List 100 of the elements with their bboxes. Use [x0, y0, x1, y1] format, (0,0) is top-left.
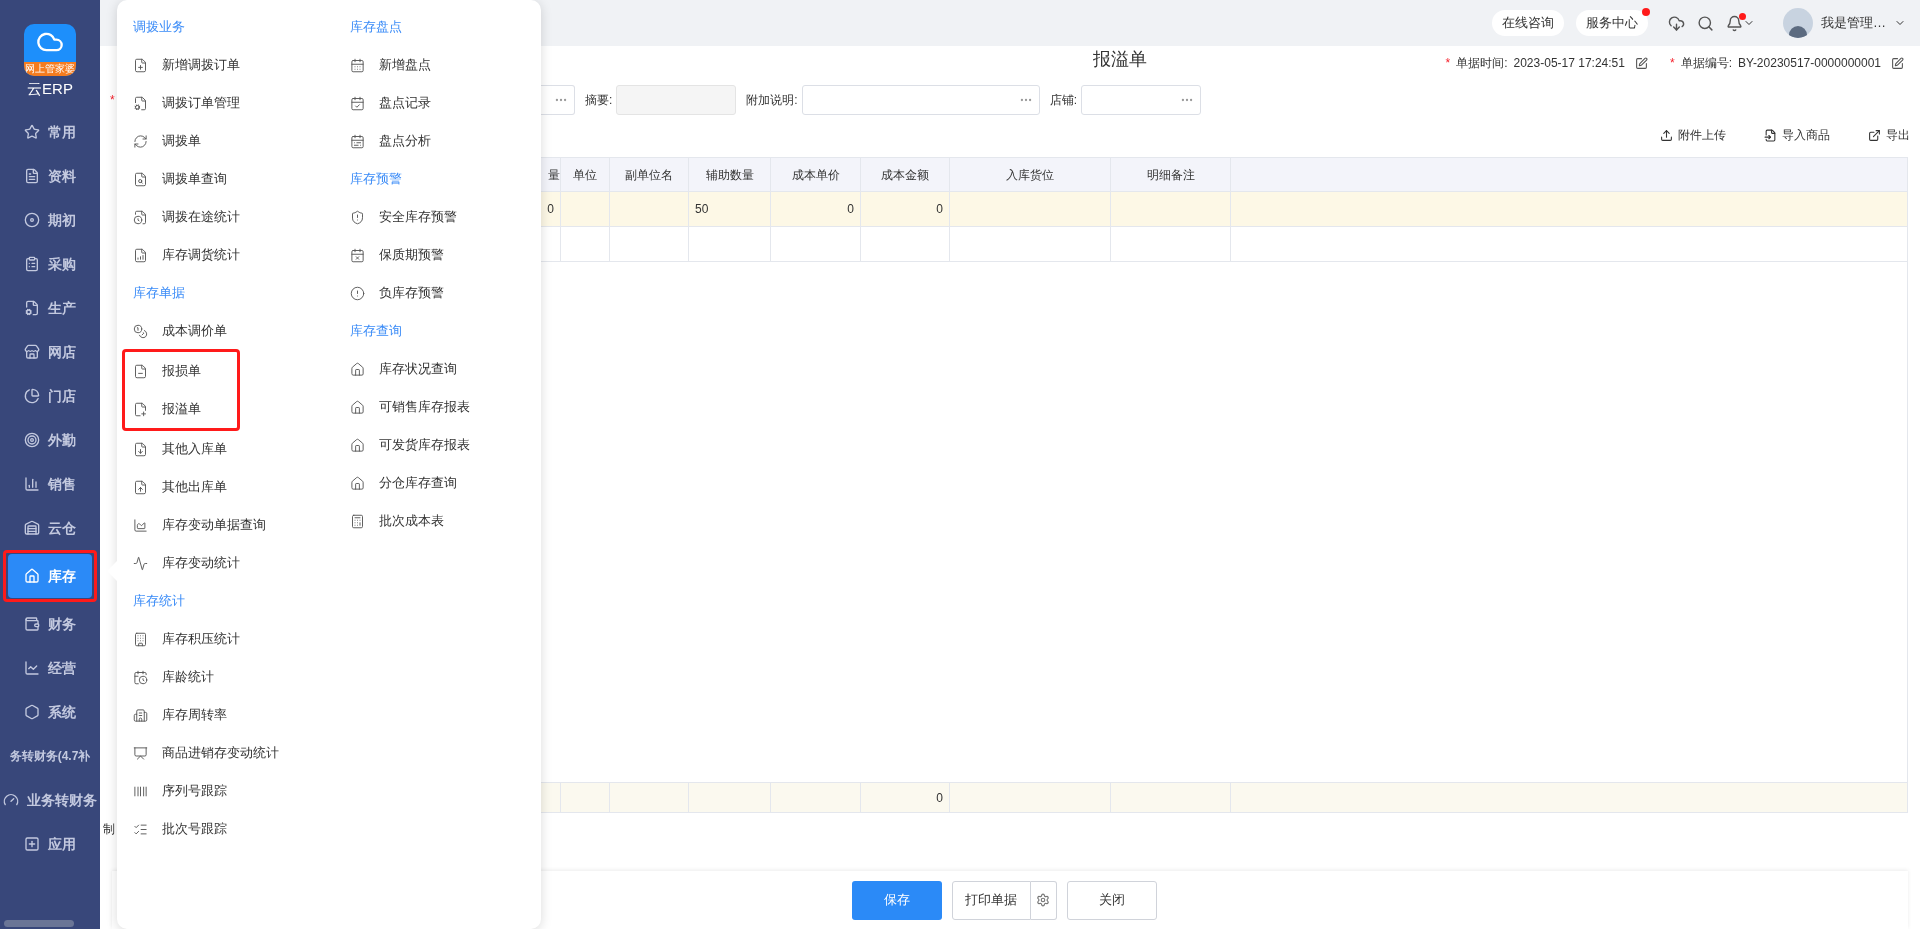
calendar-icon [350, 133, 365, 149]
menu-item[interactable]: 成本调价单 [133, 312, 350, 350]
pie-chart-icon [24, 388, 40, 404]
picker-field[interactable] [801, 85, 1040, 115]
sidebar-item[interactable]: 业务转财务 [0, 778, 100, 822]
menu-item[interactable]: 新增盘点 [350, 46, 541, 84]
menu-item[interactable]: 库存积压统计 [133, 620, 350, 658]
required-mark: * [110, 92, 115, 109]
calendar-x-icon [350, 247, 365, 263]
import-icon [1764, 128, 1777, 142]
close-button[interactable]: 关闭 [1066, 880, 1157, 920]
menu-item[interactable]: 安全库存预警 [350, 198, 541, 236]
menu-item[interactable]: 可销售库存报表 [350, 388, 541, 426]
menu-item[interactable]: 保质期预警 [350, 236, 541, 274]
file-search-icon [133, 171, 148, 187]
menu-item[interactable]: 调拨订单管理 [133, 84, 350, 122]
menu-item[interactable]: 库存状况查询 [350, 350, 541, 388]
sidebar-item[interactable]: 常用 [0, 110, 100, 154]
menu-item[interactable]: 盘点分析 [350, 122, 541, 160]
menu-item[interactable]: 批次号跟踪 [133, 810, 350, 848]
menu-item[interactable]: 报损单 [133, 352, 237, 390]
sidebar-item[interactable]: 云仓 [0, 506, 100, 550]
line-chart-icon [24, 660, 40, 676]
building-icon [133, 631, 148, 647]
menu-item[interactable]: 库龄统计 [133, 658, 350, 696]
menu-item[interactable]: 报溢单 [133, 390, 237, 428]
menu-item[interactable]: 序列号跟踪 [133, 772, 350, 810]
field-label: 附加说明: [746, 92, 798, 109]
menu-item[interactable]: 其他出库单 [133, 468, 350, 506]
menu-item[interactable]: 调拨在途统计 [133, 198, 350, 236]
shield-alert-icon [350, 209, 365, 225]
scrollbar [4, 920, 74, 927]
required-mark: * [1669, 55, 1675, 72]
edit-icon[interactable] [1891, 56, 1904, 70]
table-cell: 0 [861, 192, 950, 226]
menu-item[interactable]: 调拨单查询 [133, 160, 350, 198]
sidebar-item[interactable]: 外勤 [0, 418, 100, 462]
menu-item[interactable]: 库存变动单据查询 [133, 506, 350, 544]
file-plus-icon [133, 57, 148, 73]
sidebar-item[interactable]: 门店 [0, 374, 100, 418]
header-button[interactable]: 在线咨询 [1492, 10, 1564, 36]
sidebar-item[interactable]: 销售 [0, 462, 100, 506]
sidebar-item[interactable]: 期初 [0, 198, 100, 242]
menu-item[interactable]: 库存调货统计 [133, 236, 350, 274]
star-icon [24, 124, 40, 140]
menu-heading: 库存盘点 [350, 18, 403, 37]
table-row[interactable]: 0 50 0 0 [541, 192, 1907, 227]
sidebar-item[interactable]: 资料 [0, 154, 100, 198]
column-header: 副单位名 [610, 158, 689, 191]
menu-item[interactable]: 新增调拨订单 [133, 46, 350, 84]
menu-item[interactable]: 调拨单 [133, 122, 350, 160]
sidebar-item[interactable]: 网店 [0, 330, 100, 374]
sidebar-item[interactable]: 经营 [0, 646, 100, 690]
sidebar-item[interactable]: 务转财务(4.7补 [0, 734, 100, 778]
print-button[interactable]: 打印单据 [951, 880, 1031, 920]
sidebar-item[interactable]: 生产 [0, 286, 100, 330]
column-header: 成本金额 [861, 158, 950, 191]
toolbar-button[interactable]: 附件上传 [1660, 126, 1726, 144]
file-upload-icon [133, 479, 148, 495]
app-logo: 网上管家婆 [24, 24, 76, 76]
menu-item[interactable]: 批次成本表 [350, 502, 541, 540]
menu-item[interactable]: 可发货库存报表 [350, 426, 541, 464]
picker-field[interactable] [1081, 85, 1202, 115]
avatar[interactable] [1783, 8, 1813, 38]
edit-icon[interactable] [1634, 56, 1648, 70]
cloud-download-icon[interactable] [1668, 14, 1685, 32]
menu-item[interactable]: 库存变动统计 [133, 544, 350, 582]
search-icon[interactable] [1697, 14, 1714, 32]
file-plus-icon [133, 401, 148, 417]
settings-button[interactable] [1030, 880, 1057, 920]
app-name: 云ERP [27, 79, 73, 99]
file-gear-icon [133, 95, 148, 111]
toolbar-button[interactable]: 导出 [1868, 126, 1910, 144]
column-header: 成本单价 [771, 158, 861, 191]
header-button[interactable]: 服务中心 [1576, 10, 1648, 36]
user-name[interactable]: 我是管理… [1821, 13, 1886, 33]
column-header: 入库货位 [950, 158, 1111, 191]
sidebar-item[interactable]: 财务 [0, 602, 100, 646]
menu-item[interactable]: 商品进销存变动统计 [133, 734, 350, 772]
file-download-icon [133, 441, 148, 457]
menu-item[interactable]: 负库存预警 [350, 274, 541, 312]
bell-icon[interactable] [1726, 14, 1743, 32]
input-field[interactable] [616, 85, 737, 115]
area-chart-icon [133, 517, 148, 533]
menu-item[interactable]: 盘点记录 [350, 84, 541, 122]
sidebar-item[interactable]: 应用 [0, 822, 100, 866]
menu-heading: 库存统计 [133, 592, 186, 611]
menu-item[interactable]: 库存周转率 [133, 696, 350, 734]
picker-field[interactable] [541, 85, 575, 115]
presentation-icon [133, 745, 148, 761]
menu-item[interactable]: 其他入库单 [133, 430, 350, 468]
field-label: 摘要: [585, 92, 613, 109]
toolbar-button[interactable]: 导入商品 [1764, 126, 1830, 144]
menu-item[interactable]: 分仓库存查询 [350, 464, 541, 502]
hexagon-icon [24, 704, 40, 720]
house-icon [350, 475, 365, 491]
sidebar-item[interactable]: 系统 [0, 690, 100, 734]
sidebar-item[interactable]: 采购 [0, 242, 100, 286]
refresh-icon [133, 133, 148, 149]
total-cell: 0 [861, 783, 950, 812]
